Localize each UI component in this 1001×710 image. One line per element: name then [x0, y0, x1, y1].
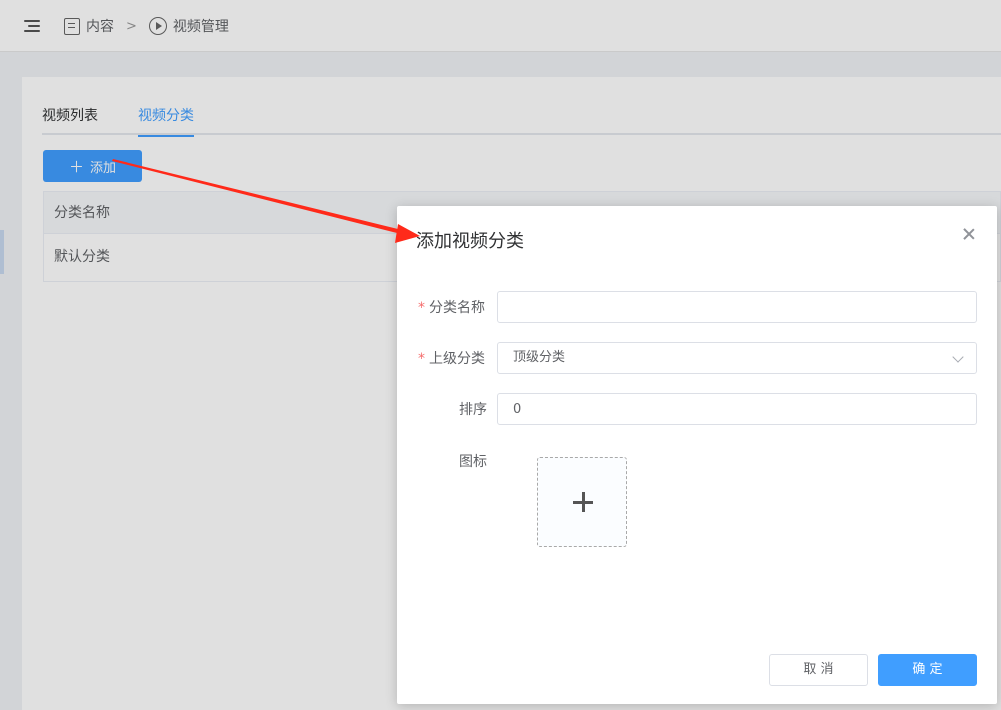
- category-name-input[interactable]: [497, 291, 977, 323]
- sort-input[interactable]: [497, 393, 977, 425]
- field-label-category-name: * 分类名称: [415, 297, 485, 317]
- field-label-icon: 图标: [459, 454, 487, 470]
- field-label-sort: 排序: [459, 402, 487, 418]
- parent-category-label: 上级分类: [429, 351, 485, 367]
- dialog-title: 添加视频分类: [416, 231, 524, 252]
- category-name-label: 分类名称: [429, 300, 485, 316]
- icon-upload-box[interactable]: [537, 457, 627, 547]
- cancel-button[interactable]: 取 消: [769, 654, 868, 686]
- parent-category-value: 顶级分类: [513, 350, 566, 365]
- close-icon[interactable]: [961, 226, 977, 242]
- add-category-dialog: 添加视频分类 *分类名称 *上级分类 顶级分类 排序 图标 取 消 确 定: [397, 206, 997, 704]
- parent-category-select[interactable]: 顶级分类: [497, 342, 977, 374]
- required-mark: *: [418, 300, 425, 316]
- chevron-down-icon: [952, 351, 964, 363]
- plus-icon: [573, 492, 593, 512]
- confirm-button[interactable]: 确 定: [878, 654, 977, 686]
- field-label-parent-category: * 上级分类: [415, 348, 485, 368]
- required-mark: *: [418, 351, 425, 367]
